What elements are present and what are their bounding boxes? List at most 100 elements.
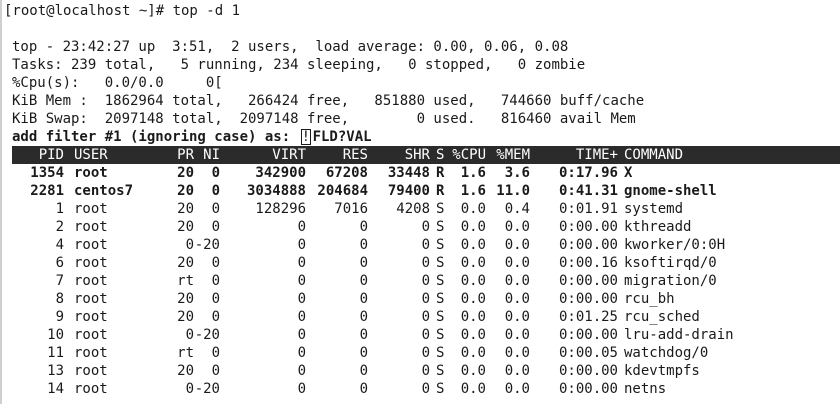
col-ni: NI bbox=[203, 147, 220, 163]
cell-pid: 10 bbox=[47, 327, 64, 343]
cell-pr: 20 bbox=[177, 291, 194, 307]
cell-cpu: 0.0 bbox=[460, 291, 486, 307]
cell-shr: 0 bbox=[421, 345, 430, 361]
process-row[interactable]: 4 root 0 -20 0 0 0 S 0.0 0.0 0:00.00 kworker/0:0H bbox=[12, 236, 840, 254]
shell-prompt: [root@localhost ~]# top -d 1 bbox=[4, 3, 241, 19]
cell-user: root bbox=[74, 237, 108, 253]
cell-time: 0:00.00 bbox=[558, 363, 618, 379]
memory-line: KiB Mem : 1862964 total, 266424 free, 85… bbox=[12, 93, 645, 109]
cell-pr: 0 bbox=[185, 237, 194, 253]
process-row[interactable]: 11 root rt 0 0 0 0 S 0.0 0.0 0:00.05 watchdog/0 bbox=[12, 344, 840, 362]
cell-shr: 0 bbox=[421, 309, 430, 325]
cell-res: 0 bbox=[359, 237, 368, 253]
process-row[interactable]: 9 root 20 0 0 0 0 S 0.0 0.0 0:01.25 rcu_sched bbox=[12, 308, 840, 326]
cell-ni: 0 bbox=[211, 165, 220, 181]
cell-shr: 33448 bbox=[387, 165, 430, 181]
filter-input[interactable]: FLD?VAL bbox=[313, 129, 372, 145]
process-row[interactable]: 7 root rt 0 0 0 0 S 0.0 0.0 0:00.00 migration/0 bbox=[12, 272, 840, 290]
process-row[interactable]: 8 root 20 0 0 0 0 S 0.0 0.0 0:00.00 rcu_bh bbox=[12, 290, 840, 308]
process-row[interactable]: 2281 centos7 20 0 3034888 204684 79400 R 1.6 11.0… bbox=[12, 182, 840, 200]
cell-user: root bbox=[74, 381, 108, 397]
cell-user: root bbox=[74, 309, 108, 325]
cell-user: root bbox=[74, 165, 108, 181]
process-table-header: PID USER PR NI VIRT RES SHR S %CPU %MEM … bbox=[12, 146, 840, 164]
cell-ni: -20 bbox=[194, 237, 220, 253]
cell-pr: rt bbox=[177, 345, 194, 361]
cell-command: systemd bbox=[624, 201, 684, 217]
col-mem: %MEM bbox=[496, 147, 530, 163]
cell-time: 0:00.16 bbox=[558, 255, 618, 271]
cell-command: lru-add-drain bbox=[624, 327, 734, 343]
cell-pid: 6 bbox=[55, 255, 64, 271]
cell-pid: 11 bbox=[47, 345, 64, 361]
cell-pr: 20 bbox=[177, 363, 194, 379]
cell-res: 0 bbox=[359, 219, 368, 235]
col-virt: VIRT bbox=[272, 147, 306, 163]
cell-res: 7016 bbox=[334, 201, 368, 217]
cell-pid: 13 bbox=[47, 363, 64, 379]
cell-command: kthreadd bbox=[624, 219, 692, 235]
cell-res: 0 bbox=[359, 363, 368, 379]
cell-ni: 0 bbox=[211, 363, 220, 379]
cell-time: 0:00.00 bbox=[558, 381, 618, 397]
cell-cpu: 0.0 bbox=[460, 309, 486, 325]
cell-shr: 0 bbox=[421, 327, 430, 343]
cell-user: root bbox=[74, 291, 108, 307]
cell-pr: 20 bbox=[177, 183, 194, 199]
cell-pid: 8 bbox=[55, 291, 64, 307]
cell-shr: 4208 bbox=[396, 201, 430, 217]
cell-virt: 0 bbox=[297, 381, 306, 397]
cell-shr: 0 bbox=[421, 291, 430, 307]
col-user: USER bbox=[74, 147, 108, 163]
cell-pr: rt bbox=[177, 273, 194, 289]
cell-virt: 0 bbox=[297, 291, 306, 307]
cpu-line: %Cpu(s): 0.0/0.0 0[ bbox=[12, 75, 223, 91]
cell-user: root bbox=[74, 201, 108, 217]
cell-res: 0 bbox=[359, 309, 368, 325]
cell-virt: 0 bbox=[297, 219, 306, 235]
cell-user: root bbox=[74, 219, 108, 235]
cell-ni: 0 bbox=[211, 219, 220, 235]
cell-command: watchdog/0 bbox=[624, 345, 709, 361]
cell-user: root bbox=[74, 363, 108, 379]
cell-user: root bbox=[74, 273, 108, 289]
cell-cpu: 0.0 bbox=[460, 381, 486, 397]
cell-time: 0:00.05 bbox=[558, 345, 618, 361]
cell-mem: 0.0 bbox=[504, 381, 530, 397]
cell-user: root bbox=[74, 255, 108, 271]
process-row[interactable]: 1354 root 20 0 342900 67208 33448 R 1.6 3.6 0:17.9… bbox=[12, 164, 840, 182]
process-row[interactable]: 13 root 20 0 0 0 0 S 0.0 0.0 0:00.00 kdevtmpfs bbox=[12, 362, 840, 380]
cell-virt: 342900 bbox=[255, 165, 306, 181]
cell-time: 0:00.00 bbox=[558, 291, 618, 307]
filter-prompt[interactable]: add filter #1 (ignoring case) as: ! FLD?V… bbox=[12, 128, 372, 146]
cell-cpu: 0.0 bbox=[460, 363, 486, 379]
uptime-line: top - 23:42:27 up 3:51, 2 users, load av… bbox=[12, 39, 569, 55]
cell-pr: 20 bbox=[177, 165, 194, 181]
tasks-line: Tasks: 239 total, 5 running, 234 sleepin… bbox=[12, 57, 586, 73]
cell-mem: 0.0 bbox=[504, 273, 530, 289]
process-row[interactable]: 2 root 20 0 0 0 0 S 0.0 0.0 0:00.00 kthreadd bbox=[12, 218, 840, 236]
cell-pid: 1 bbox=[55, 201, 64, 217]
cell-pid: 7 bbox=[55, 273, 64, 289]
cell-pid: 2281 bbox=[30, 183, 64, 199]
cell-virt: 3034888 bbox=[246, 183, 306, 199]
process-row[interactable]: 1 root 20 0 128296 7016 4208 S 0.0 0.4 0:01.91 syst… bbox=[12, 200, 840, 218]
cell-mem: 0.0 bbox=[504, 237, 530, 253]
terminal-left-border bbox=[0, 0, 2, 404]
col-res: RES bbox=[342, 147, 368, 163]
cell-mem: 0.0 bbox=[504, 327, 530, 343]
swap-line: KiB Swap: 2097148 total, 2097148 free, 0… bbox=[12, 111, 636, 127]
process-row[interactable]: 14 root 0 -20 0 0 0 S 0.0 0.0 0:00.00 netns bbox=[12, 380, 840, 398]
cell-virt: 0 bbox=[297, 363, 306, 379]
process-row[interactable]: 6 root 20 0 0 0 0 S 0.0 0.0 0:00.16 ksoftirqd/0 bbox=[12, 254, 840, 272]
cell-virt: 0 bbox=[297, 309, 306, 325]
col-pid: PID bbox=[38, 147, 64, 163]
cell-command: gnome-shell bbox=[624, 183, 717, 199]
process-row[interactable]: 10 root 0 -20 0 0 0 S 0.0 0.0 0:00.00 lru-add-drain bbox=[12, 326, 840, 344]
cell-ni: -20 bbox=[194, 327, 220, 343]
cell-pr: 0 bbox=[185, 327, 194, 343]
terminal-window[interactable]: [root@localhost ~]# top -d 1 top - 23:42… bbox=[0, 0, 840, 404]
cell-virt: 0 bbox=[297, 327, 306, 343]
cell-cpu: 0.0 bbox=[460, 237, 486, 253]
cell-pid: 9 bbox=[55, 309, 64, 325]
